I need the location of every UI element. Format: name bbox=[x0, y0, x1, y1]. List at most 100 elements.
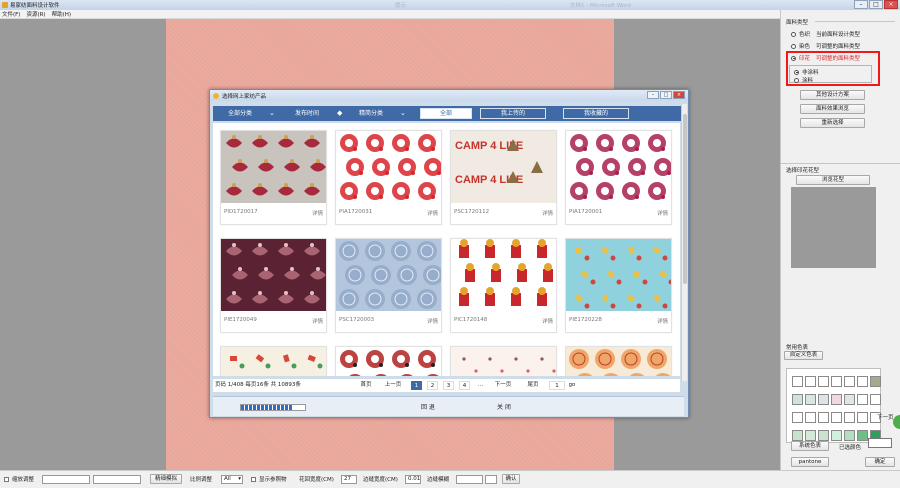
product-card[interactable] bbox=[565, 346, 672, 376]
menu-resource[interactable]: 资源(R) bbox=[26, 10, 45, 18]
diamond-icon[interactable]: ◆ bbox=[337, 106, 342, 121]
show-ref-checkbox[interactable]: 显示参照物 bbox=[251, 474, 287, 484]
color-swatch[interactable] bbox=[792, 376, 803, 387]
panel-confirm-button[interactable]: 确定 bbox=[865, 457, 895, 467]
edge-blur-value[interactable] bbox=[485, 475, 497, 484]
product-card[interactable] bbox=[335, 346, 442, 376]
shrink-field-1[interactable] bbox=[42, 475, 90, 484]
product-card[interactable]: PID1720017 详情 bbox=[220, 130, 327, 225]
radio-printed[interactable]: 印花 可调整的面料类型 bbox=[791, 54, 860, 62]
color-swatch[interactable] bbox=[831, 430, 842, 441]
scroll-thumb[interactable] bbox=[683, 114, 687, 284]
product-card[interactable]: PSC1720003 详情 bbox=[335, 238, 442, 333]
minimize-button[interactable]: – bbox=[854, 0, 868, 9]
close-button[interactable]: × bbox=[884, 0, 898, 9]
color-swatch[interactable] bbox=[870, 376, 881, 387]
pager-first[interactable]: 首页 bbox=[356, 381, 376, 390]
color-swatch[interactable] bbox=[844, 394, 855, 405]
product-detail-link[interactable]: 详情 bbox=[427, 317, 438, 325]
browse-pattern-button[interactable]: 浏览花型 bbox=[796, 175, 870, 185]
product-detail-link[interactable]: 详情 bbox=[542, 209, 553, 217]
product-thumbnail[interactable] bbox=[566, 347, 671, 376]
pantone-button[interactable]: pantone bbox=[791, 457, 829, 467]
dialog-maximize-button[interactable]: □ bbox=[660, 91, 672, 99]
pager-page[interactable]: 4 bbox=[459, 381, 470, 390]
color-swatch[interactable] bbox=[805, 430, 816, 441]
color-swatch[interactable] bbox=[857, 430, 868, 441]
custom-colors-tab[interactable]: 自定义色表 bbox=[784, 351, 823, 360]
color-swatch[interactable] bbox=[844, 430, 855, 441]
product-detail-link[interactable]: 详情 bbox=[312, 317, 323, 325]
radio-coating[interactable]: 涂料 bbox=[794, 76, 813, 84]
color-swatch[interactable] bbox=[805, 376, 816, 387]
shrink-field-2[interactable] bbox=[93, 475, 141, 484]
dialog-close-button[interactable]: × bbox=[673, 91, 685, 99]
dialog-close-text-button[interactable]: 关 闭 bbox=[497, 402, 511, 411]
filter-my-favorites[interactable]: 我收藏的 bbox=[563, 108, 629, 119]
product-card[interactable]: PIE1720049 详情 bbox=[220, 238, 327, 333]
color-swatch[interactable] bbox=[831, 412, 842, 423]
pager-page[interactable]: 2 bbox=[427, 381, 438, 390]
next-page-label[interactable]: 下一页 bbox=[877, 413, 894, 421]
back-button[interactable]: 回 退 bbox=[421, 402, 435, 411]
product-detail-link[interactable]: 详情 bbox=[427, 209, 438, 217]
product-card[interactable]: PIC1720148 详情 bbox=[450, 238, 557, 333]
product-detail-link[interactable]: 详情 bbox=[542, 317, 553, 325]
color-swatch[interactable] bbox=[818, 430, 829, 441]
product-thumbnail[interactable] bbox=[221, 131, 326, 203]
color-swatch[interactable] bbox=[857, 376, 868, 387]
pager-page[interactable]: 3 bbox=[443, 381, 454, 390]
product-detail-link[interactable]: 详情 bbox=[657, 317, 668, 325]
product-thumbnail[interactable] bbox=[566, 131, 671, 203]
product-thumbnail[interactable] bbox=[336, 239, 441, 311]
product-thumbnail[interactable] bbox=[566, 239, 671, 311]
chevron-down-icon[interactable]: ⌄ bbox=[269, 106, 275, 121]
product-thumbnail[interactable] bbox=[451, 239, 556, 311]
color-swatch[interactable] bbox=[831, 376, 842, 387]
product-card[interactable]: CAMP 4 LIFE CAMP 4 LIFE PSC1720112 详情 bbox=[450, 130, 557, 225]
reselect-button[interactable]: 重新选择 bbox=[800, 118, 865, 128]
pattern-width-input[interactable]: 27 bbox=[341, 475, 357, 484]
chevron-down-icon[interactable]: ⌄ bbox=[400, 106, 406, 121]
pager-prev[interactable]: 上一页 bbox=[381, 381, 405, 390]
pager-go-button[interactable]: go bbox=[567, 381, 577, 390]
product-thumbnail[interactable]: CAMP 4 LIFECAMP 4 LIFE bbox=[451, 131, 556, 203]
other-design-button[interactable]: 其他设计方案 bbox=[800, 90, 865, 100]
product-card[interactable] bbox=[450, 346, 557, 376]
color-swatch[interactable] bbox=[870, 394, 881, 405]
maximize-button[interactable]: □ bbox=[869, 0, 883, 9]
tab-publish-time[interactable]: 发布时间 bbox=[295, 106, 319, 121]
filter-all[interactable]: 全部 bbox=[420, 108, 472, 119]
filter-my-uploads[interactable]: 我上传的 bbox=[480, 108, 546, 119]
pager-next[interactable]: 下一页 bbox=[491, 381, 515, 390]
shrink-adjust-checkbox[interactable]: 缩放调整 bbox=[4, 474, 34, 484]
color-swatch[interactable] bbox=[857, 394, 868, 405]
product-card[interactable] bbox=[220, 346, 327, 376]
product-detail-link[interactable]: 详情 bbox=[657, 209, 668, 217]
tab-all-categories[interactable]: 全部分类 bbox=[228, 106, 252, 121]
edge-blur-slider[interactable] bbox=[456, 475, 483, 484]
product-card[interactable]: PIE1720228 详情 bbox=[565, 238, 672, 333]
dialog-minimize-button[interactable]: – bbox=[647, 91, 659, 99]
color-swatch[interactable] bbox=[857, 412, 868, 423]
product-thumbnail[interactable] bbox=[336, 347, 441, 376]
radio-yarn-dyed[interactable]: 色织 当前面料设计类型 bbox=[791, 30, 860, 38]
product-detail-link[interactable]: 详情 bbox=[312, 209, 323, 217]
product-card[interactable]: PIA1720001 详情 bbox=[565, 130, 672, 225]
fine-simulate-button[interactable]: 精细模拟 bbox=[150, 474, 182, 484]
product-thumbnail[interactable] bbox=[336, 131, 441, 203]
color-swatch[interactable] bbox=[844, 412, 855, 423]
fabric-effect-button[interactable]: 面料效果浏览 bbox=[800, 104, 865, 114]
color-swatch[interactable] bbox=[792, 394, 803, 405]
radio-non-coating[interactable]: 非涂料 bbox=[794, 68, 819, 76]
color-swatch[interactable] bbox=[831, 394, 842, 405]
pager-last[interactable]: 尾页 bbox=[523, 381, 543, 390]
product-thumbnail[interactable] bbox=[451, 347, 556, 376]
product-thumbnail[interactable] bbox=[221, 347, 326, 376]
bottom-confirm-button[interactable]: 确认 bbox=[502, 474, 520, 484]
color-swatch[interactable] bbox=[805, 412, 816, 423]
menu-help[interactable]: 帮助(H) bbox=[52, 10, 71, 18]
pager-page[interactable]: 1 bbox=[411, 381, 422, 390]
pager-input[interactable]: 1 bbox=[549, 381, 565, 390]
menu-file[interactable]: 文件(F) bbox=[2, 10, 20, 18]
